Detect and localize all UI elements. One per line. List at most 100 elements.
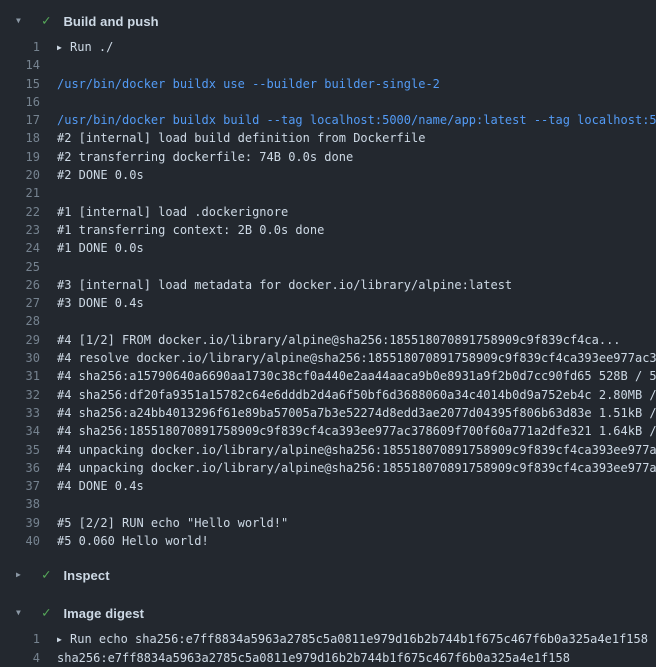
log-line: 31 #4 sha256:a15790640a6690aa1730c38cf0a… [0, 367, 656, 385]
line-number[interactable]: 18 [0, 129, 40, 147]
section-lines: 1 ▶Run echo sha256:e7ff8834a5963a2785c5a… [0, 630, 656, 667]
line-number[interactable]: 19 [0, 148, 40, 166]
section-lines: 1 ▶Run ./ 14 Using builder instance buil… [0, 38, 656, 550]
line-text-value: #2 DONE 0.0s [57, 168, 144, 182]
section-header[interactable]: ▼ ✓ Build and push [0, 8, 656, 34]
line-text: #4 unpacking docker.io/library/alpine@sh… [57, 441, 656, 459]
line-number[interactable]: 21 [0, 184, 40, 202]
section-header[interactable]: ▶ ✓ Inspect [0, 562, 656, 588]
line-number[interactable]: 25 [0, 258, 40, 276]
line-number[interactable]: 28 [0, 312, 40, 330]
section-header[interactable]: ▼ ✓ Image digest [0, 600, 656, 626]
line-text-value: #4 resolve docker.io/library/alpine@sha2… [57, 351, 656, 365]
log-line: 18 #2 [internal] load build definition f… [0, 129, 656, 147]
line-number[interactable]: 1 [0, 38, 40, 56]
log-line: 32 #4 sha256:df20fa9351a15782c64e6dddb2d… [0, 386, 656, 404]
line-text-value: #1 [internal] load .dockerignore [57, 205, 288, 219]
line-text-value: #4 sha256:a15790640a6690aa1730c38cf0a440… [57, 369, 656, 383]
line-text: #2 DONE 0.0s [57, 166, 656, 184]
log-line: 28 [0, 312, 656, 330]
line-text: #3 DONE 0.4s [57, 294, 656, 312]
line-number[interactable]: 15 [0, 75, 40, 93]
line-number[interactable]: 38 [0, 495, 40, 513]
line-text: #2 [internal] load build definition from… [57, 129, 656, 147]
line-text-value: #1 transferring context: 2B 0.0s done [57, 223, 324, 237]
line-text: #5 [2/2] RUN echo "Hello world!" [57, 514, 656, 532]
line-number[interactable]: 32 [0, 386, 40, 404]
line-text-value: #4 sha256:185518070891758909c9f839cf4ca3… [57, 424, 656, 438]
line-text: #4 sha256:185518070891758909c9f839cf4ca3… [57, 422, 656, 440]
line-number[interactable]: 22 [0, 203, 40, 221]
line-text: #1 DONE 0.0s [57, 239, 656, 257]
log-line: 36 #4 unpacking docker.io/library/alpine… [0, 459, 656, 477]
line-text-value: #4 sha256:a24bb4013296f61e89ba57005a7b3e… [57, 406, 656, 420]
log-line: 24 #1 DONE 0.0s [0, 239, 656, 257]
line-number[interactable]: 30 [0, 349, 40, 367]
line-text: #4 DONE 0.4s [57, 477, 656, 495]
log-line: 38 [0, 495, 656, 513]
log-line: 37 #4 DONE 0.4s [0, 477, 656, 495]
log-line: 39 #5 [2/2] RUN echo "Hello world!" [0, 514, 656, 532]
line-text: #1 transferring context: 2B 0.0s done [57, 221, 656, 239]
line-number[interactable]: 35 [0, 441, 40, 459]
line-number[interactable]: 37 [0, 477, 40, 495]
line-text-value: #4 sha256:df20fa9351a15782c64e6dddb2d4a6… [57, 388, 656, 402]
line-text: #4 sha256:df20fa9351a15782c64e6dddb2d4a6… [57, 386, 656, 404]
section-title: Inspect [63, 568, 109, 583]
line-text-value: #5 [2/2] RUN echo "Hello world!" [57, 516, 288, 530]
line-text-value: /usr/bin/docker buildx use --builder bui… [57, 77, 440, 91]
line-text [57, 312, 656, 330]
line-number[interactable]: 27 [0, 294, 40, 312]
log-line: 15 /usr/bin/docker buildx use --builder … [0, 75, 656, 93]
log-line: 27 #3 DONE 0.4s [0, 294, 656, 312]
line-number[interactable]: 40 [0, 532, 40, 550]
section-title: Image digest [63, 606, 144, 621]
log-line: 17 /usr/bin/docker buildx build --tag lo… [0, 111, 656, 129]
line-number[interactable]: 34 [0, 422, 40, 440]
log-line: 22 #1 [internal] load .dockerignore [0, 203, 656, 221]
line-number[interactable]: 20 [0, 166, 40, 184]
line-number[interactable]: 16 [0, 93, 40, 111]
line-number[interactable]: 36 [0, 459, 40, 477]
line-text: #4 resolve docker.io/library/alpine@sha2… [57, 349, 656, 367]
line-number[interactable]: 1 [0, 630, 40, 648]
line-text-value: #4 unpacking docker.io/library/alpine@sh… [57, 443, 656, 457]
line-text: /usr/bin/docker buildx build --tag local… [57, 111, 656, 129]
line-text: #4 [1/2] FROM docker.io/library/alpine@s… [57, 331, 656, 349]
expander-icon[interactable]: ▶ [57, 631, 70, 648]
line-text-value: Run echo sha256:e7ff8834a5963a2785c5a081… [70, 632, 648, 646]
expander-icon[interactable]: ▶ [57, 39, 70, 56]
log-line: 1 ▶Run echo sha256:e7ff8834a5963a2785c5a… [0, 630, 656, 648]
line-number[interactable]: 29 [0, 331, 40, 349]
chevron-right-icon[interactable]: ▶ [16, 571, 28, 579]
line-text: #2 transferring dockerfile: 74B 0.0s don… [57, 148, 656, 166]
log-line: 19 #2 transferring dockerfile: 74B 0.0s … [0, 148, 656, 166]
chevron-down-icon[interactable]: ▼ [16, 17, 28, 25]
log-line: 20 #2 DONE 0.0s [0, 166, 656, 184]
section-title: Build and push [63, 14, 158, 29]
line-text [57, 258, 656, 276]
line-text: Using builder instance builder-single-2 [57, 56, 656, 74]
line-number[interactable]: 17 [0, 111, 40, 129]
line-text-value: #2 transferring dockerfile: 74B 0.0s don… [57, 150, 353, 164]
line-number[interactable]: 23 [0, 221, 40, 239]
line-text: #4 unpacking docker.io/library/alpine@sh… [57, 459, 656, 477]
log-line: 33 #4 sha256:a24bb4013296f61e89ba57005a7… [0, 404, 656, 422]
line-number[interactable]: 33 [0, 404, 40, 422]
log-line: 21 [0, 184, 656, 202]
line-text-value: #2 [internal] load build definition from… [57, 131, 425, 145]
line-text-value: #3 [internal] load metadata for docker.i… [57, 278, 512, 292]
log-section: ▼ ✓ Image digest 1 ▶Run echo sha256:e7ff… [0, 600, 656, 667]
line-text-value: #4 DONE 0.4s [57, 479, 144, 493]
line-text-value: #4 unpacking docker.io/library/alpine@sh… [57, 461, 656, 475]
line-text-value: #3 DONE 0.4s [57, 296, 144, 310]
line-number[interactable]: 26 [0, 276, 40, 294]
line-number[interactable]: 39 [0, 514, 40, 532]
log-line: 1 ▶Run ./ [0, 38, 656, 56]
line-number[interactable]: 31 [0, 367, 40, 385]
chevron-down-icon[interactable]: ▼ [16, 609, 28, 617]
line-number[interactable]: 14 [0, 56, 40, 74]
check-icon: ✓ [42, 606, 50, 620]
log-line: 40 #5 0.060 Hello world! [0, 532, 656, 550]
line-number[interactable]: 24 [0, 239, 40, 257]
